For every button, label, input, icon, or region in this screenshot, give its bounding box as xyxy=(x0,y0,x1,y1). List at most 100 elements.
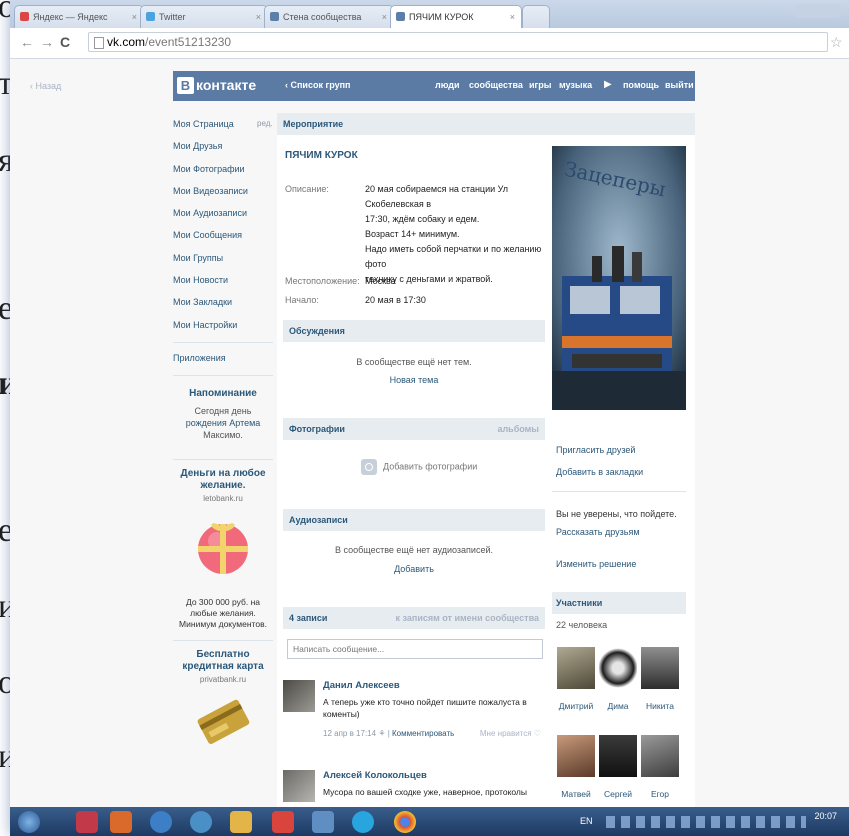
nav-music[interactable]: музыка xyxy=(559,80,592,90)
member-card[interactable]: Матвей xyxy=(556,735,596,799)
close-icon[interactable]: × xyxy=(256,6,261,28)
ad-title-line: Деньги на любое xyxy=(180,468,266,480)
tell-friends-link[interactable]: Рассказать друзьям xyxy=(556,527,640,537)
discussions-header[interactable]: Обсуждения xyxy=(283,320,545,342)
new-topic-link[interactable]: Новая тема xyxy=(283,375,545,385)
nav-games[interactable]: игры xyxy=(529,80,551,90)
app-icon[interactable] xyxy=(76,811,98,833)
attendance-status: Вы не уверены, что пойдете. xyxy=(556,509,677,519)
close-icon[interactable]: × xyxy=(382,6,387,28)
nav-communities[interactable]: сообщества xyxy=(469,80,523,90)
menu-videos[interactable]: Мои Видеозаписи xyxy=(173,180,273,202)
albums-link[interactable]: альбомы xyxy=(497,418,539,440)
menu-bookmarks[interactable]: Мои Закладки xyxy=(173,291,273,313)
member-card[interactable]: Сергей xyxy=(598,735,638,799)
add-photos-button[interactable]: Добавить фотографии xyxy=(361,459,477,475)
post-author[interactable]: Данил Алексеев xyxy=(323,680,400,691)
add-audio-link[interactable]: Добавить xyxy=(283,564,545,574)
gift-icon xyxy=(198,523,248,575)
ad-gift-image[interactable] xyxy=(193,517,253,577)
like-button[interactable]: Мне нравится ♡ xyxy=(480,729,541,738)
menu-edit-link[interactable]: ред. xyxy=(257,113,273,135)
menu-messages[interactable]: Мои Сообщения xyxy=(173,224,273,246)
reminder-line[interactable]: рождения Артема xyxy=(173,417,273,429)
app-icon[interactable] xyxy=(312,811,334,833)
nav-help[interactable]: помощь xyxy=(623,80,659,90)
start-button-icon[interactable] xyxy=(18,811,40,833)
invite-friends-link[interactable]: Пригласить друзей xyxy=(556,445,635,455)
tab-event[interactable]: ПЯЧИМ КУРОК × xyxy=(390,5,522,28)
event-photo[interactable]: Зацеперы xyxy=(552,146,686,410)
breadcrumb: Мероприятие xyxy=(277,113,695,135)
ie-icon[interactable] xyxy=(150,811,172,833)
app-icon[interactable] xyxy=(190,811,212,833)
audio-header[interactable]: Аудиозаписи xyxy=(283,509,545,531)
folder-icon[interactable] xyxy=(230,811,252,833)
member-card[interactable]: Егор xyxy=(640,735,680,799)
menu-friends[interactable]: Мои Друзья xyxy=(173,135,273,157)
add-bookmark-link[interactable]: Добавить в закладки xyxy=(556,467,643,477)
comment-link[interactable]: Комментировать xyxy=(392,729,454,738)
vk-logo[interactable]: Вконтакте xyxy=(177,77,256,95)
member-card[interactable]: Никита xyxy=(640,647,680,711)
menu-photos[interactable]: Мои Фотографии xyxy=(173,158,273,180)
tab-wall[interactable]: Стена сообщества × xyxy=(264,5,394,28)
tab-label: Стена сообщества xyxy=(283,12,362,22)
browser-window: Яндекс — Яндекс × Twitter × Стена сообщест… xyxy=(10,0,849,836)
tray-icons[interactable] xyxy=(606,816,806,828)
change-decision-link[interactable]: Изменить решение xyxy=(556,559,636,569)
post-author[interactable]: Алексей Колокольцев xyxy=(323,770,427,781)
close-icon[interactable]: × xyxy=(132,6,137,28)
avatar[interactable] xyxy=(283,770,315,802)
menu-news[interactable]: Мои Новости xyxy=(173,269,273,291)
url-input[interactable]: vk.com/event51213230 xyxy=(88,32,828,52)
ad-title[interactable]: Бесплатно кредитная карта xyxy=(173,649,273,673)
menu-apps[interactable]: Приложения xyxy=(173,347,273,369)
app-icon[interactable] xyxy=(110,811,132,833)
group-list-link[interactable]: ‹ Список групп xyxy=(285,80,350,90)
wall-header[interactable]: 4 записи к записям от имени сообщества xyxy=(283,607,545,629)
menu-settings[interactable]: Мои Настройки xyxy=(173,314,273,336)
description-text: 20 мая собираемся на станции Ул Скобелев… xyxy=(365,182,547,287)
back-arrow-icon[interactable]: ← xyxy=(20,34,34,50)
post-text-line: Мусора по вашей сходке уже, наверное, пр… xyxy=(323,787,527,797)
location-label: Местоположение: xyxy=(285,276,360,286)
app-icon[interactable] xyxy=(272,811,294,833)
post-meta: 12 апр в 17:14 ⚘ | Комментировать xyxy=(323,729,455,738)
new-tab-button[interactable] xyxy=(522,5,550,28)
ad-text-line: любые желания. xyxy=(190,608,256,619)
avatar[interactable] xyxy=(283,680,315,712)
forward-arrow-icon[interactable]: → xyxy=(40,34,54,50)
wall-post-input[interactable]: Написать сообщение... xyxy=(287,639,543,659)
post-time[interactable]: 12 апр в 17:14 xyxy=(323,729,376,738)
nav-logout[interactable]: выйти xyxy=(665,80,694,90)
page-icon xyxy=(94,37,104,49)
language-indicator[interactable]: EN xyxy=(580,816,593,826)
photos-header[interactable]: Фотографии альбомы xyxy=(283,418,545,440)
members-header[interactable]: Участники xyxy=(552,592,686,614)
close-icon[interactable]: × xyxy=(510,6,515,28)
bookmark-star-icon[interactable]: ☆ xyxy=(830,34,843,51)
play-arrow-icon[interactable]: ▶ xyxy=(604,76,612,94)
avatar xyxy=(557,647,595,689)
back-link[interactable]: ‹ Назад xyxy=(30,81,61,91)
tab-twitter[interactable]: Twitter × xyxy=(140,5,268,28)
clock-time: 20:07 xyxy=(814,811,837,821)
window-controls[interactable] xyxy=(795,4,841,18)
skype-icon[interactable] xyxy=(352,811,374,833)
menu-audio[interactable]: Мои Аудиозаписи xyxy=(173,202,273,224)
ad-title[interactable]: Деньги на любое желание. xyxy=(173,468,273,492)
reload-icon[interactable]: C xyxy=(60,34,70,50)
member-name: Никита xyxy=(646,701,674,711)
tab-label: ПЯЧИМ КУРОК xyxy=(409,12,474,22)
nav-people[interactable]: люди xyxy=(435,80,460,90)
member-card[interactable]: Дмитрий xyxy=(556,647,596,711)
wall-mode-link[interactable]: к записям от имени сообщества xyxy=(396,607,539,629)
clock[interactable]: 20:07 xyxy=(814,811,837,822)
member-card[interactable]: Дима xyxy=(598,647,638,711)
tab-yandex[interactable]: Яндекс — Яндекс × xyxy=(14,5,144,28)
chrome-icon[interactable] xyxy=(394,811,416,833)
tab-label: Twitter xyxy=(159,12,186,22)
ad-card-image[interactable] xyxy=(194,698,252,745)
menu-groups[interactable]: Мои Группы xyxy=(173,247,273,269)
